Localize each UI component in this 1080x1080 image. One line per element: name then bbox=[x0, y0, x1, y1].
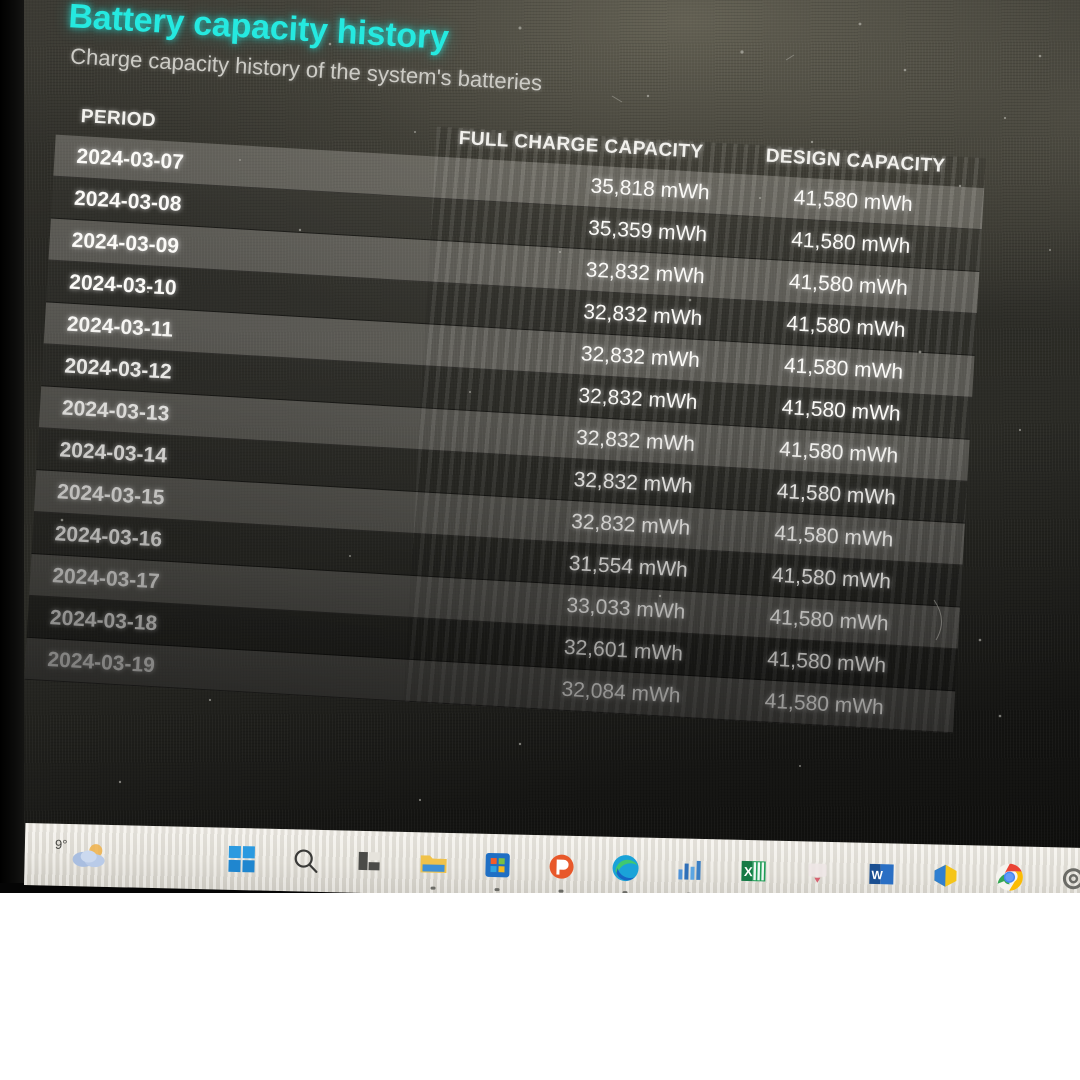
laptop-bezel-left bbox=[0, 0, 24, 893]
word-button[interactable]: W bbox=[864, 857, 899, 892]
laptop-screen-photo: Battery capacity history Charge capacity… bbox=[0, 0, 1080, 893]
app-yellow-button[interactable] bbox=[928, 858, 963, 893]
app-blue-button[interactable] bbox=[672, 852, 707, 893]
taskbar-icon-group: X W bbox=[224, 842, 1080, 893]
search-button[interactable] bbox=[288, 843, 323, 878]
running-indicator bbox=[622, 891, 628, 893]
start-button[interactable] bbox=[224, 842, 259, 877]
partly-cloudy-icon bbox=[70, 839, 113, 875]
white-background-area bbox=[0, 893, 1080, 1080]
battery-report-content: Battery capacity history Charge capacity… bbox=[24, 0, 1047, 736]
table-body: 2024-03-07 35,818 mWh 41,580 mWh 2024-03-08… bbox=[24, 134, 985, 734]
settings-button[interactable] bbox=[1056, 861, 1080, 893]
svg-text:X: X bbox=[744, 864, 753, 879]
edge-button[interactable] bbox=[608, 851, 643, 893]
powerpoint-button[interactable] bbox=[544, 849, 579, 893]
microsoft-store-button[interactable] bbox=[480, 848, 515, 892]
weather-widget[interactable]: 9° bbox=[54, 836, 112, 874]
chrome-button[interactable] bbox=[992, 860, 1027, 893]
svg-text:W: W bbox=[871, 868, 883, 882]
app-pink-button[interactable] bbox=[800, 855, 835, 890]
running-indicator bbox=[430, 886, 436, 890]
file-explorer-button[interactable] bbox=[416, 846, 451, 890]
running-indicator bbox=[494, 888, 500, 892]
excel-button[interactable]: X bbox=[736, 854, 771, 889]
task-view-button[interactable] bbox=[352, 845, 387, 880]
weather-temperature: 9° bbox=[54, 836, 68, 852]
battery-capacity-table: PERIOD FULL CHARGE CAPACITY DESIGN CAPAC… bbox=[24, 104, 986, 734]
running-indicator bbox=[558, 889, 564, 893]
